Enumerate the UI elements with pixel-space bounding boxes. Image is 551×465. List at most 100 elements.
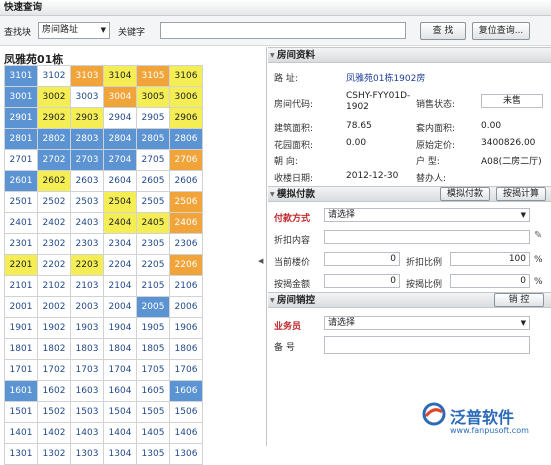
room-cell[interactable]: 1804 bbox=[103, 338, 137, 360]
payment-method-select[interactable]: 请选择 ▼ bbox=[324, 208, 530, 222]
room-cell[interactable]: 2006 bbox=[169, 296, 203, 318]
room-cell[interactable]: 2102 bbox=[37, 275, 71, 297]
room-cell[interactable]: 2004 bbox=[103, 296, 137, 318]
room-cell[interactable]: 1604 bbox=[103, 380, 137, 402]
room-cell[interactable]: 1805 bbox=[136, 338, 170, 360]
room-cell[interactable]: 2504 bbox=[103, 191, 137, 213]
room-cell[interactable]: 2003 bbox=[70, 296, 104, 318]
room-cell[interactable]: 2403 bbox=[70, 212, 104, 234]
room-cell[interactable]: 1602 bbox=[37, 380, 71, 402]
room-cell[interactable]: 2405 bbox=[136, 212, 170, 234]
room-cell[interactable]: 1801 bbox=[4, 338, 38, 360]
room-cell[interactable]: 2401 bbox=[4, 212, 38, 234]
room-cell[interactable]: 2604 bbox=[103, 170, 137, 192]
room-cell[interactable]: 2706 bbox=[169, 149, 203, 171]
room-cell[interactable]: 2406 bbox=[169, 212, 203, 234]
room-cell[interactable]: 3103 bbox=[70, 65, 104, 87]
collapse-arrow-icon[interactable]: ◀ bbox=[258, 257, 263, 265]
room-cell[interactable]: 1303 bbox=[70, 443, 104, 465]
room-cell[interactable]: 1306 bbox=[169, 443, 203, 465]
room-cell[interactable]: 3006 bbox=[169, 86, 203, 108]
room-cell[interactable]: 1704 bbox=[103, 359, 137, 381]
room-cell[interactable]: 1403 bbox=[70, 422, 104, 444]
room-cell[interactable]: 1301 bbox=[4, 443, 38, 465]
room-cell[interactable]: 1702 bbox=[37, 359, 71, 381]
room-cell[interactable]: 2804 bbox=[103, 128, 137, 150]
room-cell[interactable]: 2501 bbox=[4, 191, 38, 213]
keyword-input[interactable] bbox=[160, 22, 406, 39]
room-cell[interactable]: 1806 bbox=[169, 338, 203, 360]
room-cell[interactable]: 3105 bbox=[136, 65, 170, 87]
room-cell[interactable]: 2602 bbox=[37, 170, 71, 192]
advanced-query-button[interactable]: 复位查询... bbox=[472, 22, 530, 40]
remark-input[interactable] bbox=[324, 336, 530, 354]
room-cell[interactable]: 2802 bbox=[37, 128, 71, 150]
search-button[interactable]: 查 找 bbox=[420, 22, 466, 40]
room-cell[interactable]: 1505 bbox=[136, 401, 170, 423]
room-cell[interactable]: 1803 bbox=[70, 338, 104, 360]
room-cell[interactable]: 1605 bbox=[136, 380, 170, 402]
edit-icon[interactable]: ✎ bbox=[534, 230, 542, 241]
room-cell[interactable]: 2104 bbox=[103, 275, 137, 297]
room-cell[interactable]: 2702 bbox=[37, 149, 71, 171]
room-cell[interactable]: 2402 bbox=[37, 212, 71, 234]
room-cell[interactable]: 2506 bbox=[169, 191, 203, 213]
room-cell[interactable]: 1502 bbox=[37, 401, 71, 423]
room-cell[interactable]: 3001 bbox=[4, 86, 38, 108]
room-cell[interactable]: 2306 bbox=[169, 233, 203, 255]
room-cell[interactable]: 2704 bbox=[103, 149, 137, 171]
room-cell[interactable]: 2303 bbox=[70, 233, 104, 255]
room-cell[interactable]: 2301 bbox=[4, 233, 38, 255]
room-cell[interactable]: 2005 bbox=[136, 296, 170, 318]
room-cell[interactable]: 1705 bbox=[136, 359, 170, 381]
room-cell[interactable]: 1802 bbox=[37, 338, 71, 360]
simulate-payment-button[interactable]: 模拟付款 bbox=[440, 187, 490, 201]
room-cell[interactable]: 2901 bbox=[4, 107, 38, 129]
salesman-select[interactable]: 请选择 ▼ bbox=[324, 316, 530, 330]
room-cell[interactable]: 1904 bbox=[103, 317, 137, 339]
room-cell[interactable]: 2002 bbox=[37, 296, 71, 318]
room-cell[interactable]: 2105 bbox=[136, 275, 170, 297]
room-cell[interactable]: 2902 bbox=[37, 107, 71, 129]
room-cell[interactable]: 1902 bbox=[37, 317, 71, 339]
room-cell[interactable]: 2603 bbox=[70, 170, 104, 192]
room-cell[interactable]: 2601 bbox=[4, 170, 38, 192]
room-cell[interactable]: 2304 bbox=[103, 233, 137, 255]
room-cell[interactable]: 1302 bbox=[37, 443, 71, 465]
room-cell[interactable]: 3005 bbox=[136, 86, 170, 108]
room-cell[interactable]: 1406 bbox=[169, 422, 203, 444]
room-cell[interactable]: 2505 bbox=[136, 191, 170, 213]
room-cell[interactable]: 2906 bbox=[169, 107, 203, 129]
room-cell[interactable]: 1603 bbox=[70, 380, 104, 402]
room-cell[interactable]: 1905 bbox=[136, 317, 170, 339]
room-cell[interactable]: 2502 bbox=[37, 191, 71, 213]
room-cell[interactable]: 2205 bbox=[136, 254, 170, 276]
room-cell[interactable]: 2503 bbox=[70, 191, 104, 213]
room-cell[interactable]: 1601 bbox=[4, 380, 38, 402]
room-cell[interactable]: 3004 bbox=[103, 86, 137, 108]
room-cell[interactable]: 3102 bbox=[37, 65, 71, 87]
room-cell[interactable]: 1506 bbox=[169, 401, 203, 423]
room-cell[interactable]: 3003 bbox=[70, 86, 104, 108]
discount-ratio-input[interactable]: 100 bbox=[450, 252, 530, 266]
room-cell[interactable]: 2801 bbox=[4, 128, 38, 150]
scope-select[interactable]: 房间路址 ▼ bbox=[38, 22, 110, 39]
room-cell[interactable]: 1706 bbox=[169, 359, 203, 381]
room-cell[interactable]: 1401 bbox=[4, 422, 38, 444]
sales-control-button[interactable]: 销 控 bbox=[494, 293, 544, 307]
room-cell[interactable]: 2204 bbox=[103, 254, 137, 276]
room-cell[interactable]: 2103 bbox=[70, 275, 104, 297]
room-cell[interactable]: 3104 bbox=[103, 65, 137, 87]
room-cell[interactable]: 1703 bbox=[70, 359, 104, 381]
room-cell[interactable]: 1504 bbox=[103, 401, 137, 423]
room-cell[interactable]: 2302 bbox=[37, 233, 71, 255]
room-cell[interactable]: 2404 bbox=[103, 212, 137, 234]
loan-amount-input[interactable]: 0 bbox=[324, 274, 400, 288]
room-cell[interactable]: 1906 bbox=[169, 317, 203, 339]
current-price-input[interactable]: 0 bbox=[324, 252, 400, 266]
room-cell[interactable]: 2001 bbox=[4, 296, 38, 318]
room-cell[interactable]: 2701 bbox=[4, 149, 38, 171]
room-cell[interactable]: 2203 bbox=[70, 254, 104, 276]
room-cell[interactable]: 1405 bbox=[136, 422, 170, 444]
room-cell[interactable]: 2803 bbox=[70, 128, 104, 150]
